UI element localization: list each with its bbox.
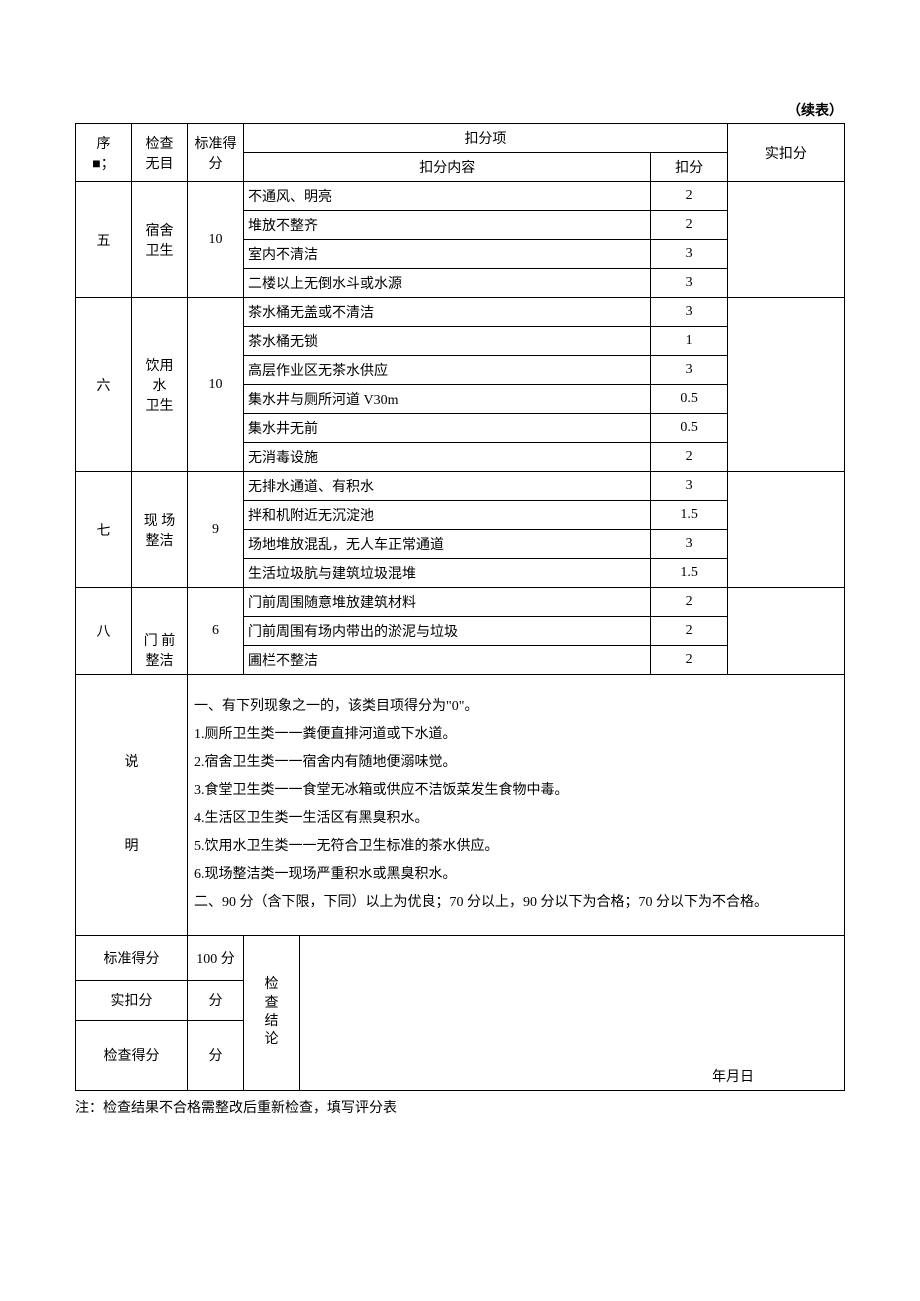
content-cell: 生活垃圾肮与建筑垃圾混堆: [244, 559, 651, 588]
seq-cell: 七: [76, 472, 132, 588]
actual-label-cell: 实扣分: [76, 980, 188, 1020]
summary-table: 标准得分 100 分 检 查 结 论 年月日 实扣分 分 检查得分 分: [75, 936, 845, 1091]
notes-content: 一、有下列现象之一的，该类目项得分为"0"。 1.厕所卫生类一一粪便直排河道或下…: [188, 675, 845, 936]
table-row: 八 门 前 整洁 6 门前周围随意堆放建筑材料 2: [76, 588, 845, 617]
points-cell: 3: [651, 298, 727, 327]
summary-row: 标准得分 100 分 检 查 结 论 年月日: [76, 936, 845, 980]
item-name-cell: 宿舍 卫生: [132, 182, 188, 298]
points-cell: 3: [651, 356, 727, 385]
check-score-label-cell: 检查得分: [76, 1020, 188, 1090]
points-cell: 2: [651, 182, 727, 211]
points-cell: 2: [651, 617, 727, 646]
points-cell: 2: [651, 588, 727, 617]
content-cell: 无排水通道、有积水: [244, 472, 651, 501]
seq-cell: 八: [76, 588, 132, 675]
header-std-score: 标准得 分: [188, 124, 244, 182]
actual-cell: [727, 588, 844, 675]
points-cell: 1: [651, 327, 727, 356]
item-name-cell: 门 前 整洁: [132, 588, 188, 675]
actual-cell: [727, 472, 844, 588]
std-score-value-cell: 100 分: [188, 936, 244, 980]
content-cell: 茶水桶无锁: [244, 327, 651, 356]
table-row: 七 现 场 整洁 9 无排水通道、有积水 3: [76, 472, 845, 501]
continued-label: （续表）: [75, 100, 845, 120]
table-row: 六 饮用 水 卫生 10 茶水桶无盖或不清洁 3: [76, 298, 845, 327]
inspection-table: 序 ■； 检查 无目 标准得 分 扣分项 实扣分 扣分内容 扣分 五 宿舍 卫生…: [75, 123, 845, 936]
header-item: 检查 无目: [132, 124, 188, 182]
content-cell: 拌和机附近无沉淀池: [244, 501, 651, 530]
seq-cell: 五: [76, 182, 132, 298]
points-cell: 0.5: [651, 385, 727, 414]
std-score-cell: 6: [188, 588, 244, 675]
content-cell: 集水井与厕所河道 V30m: [244, 385, 651, 414]
points-cell: 2: [651, 646, 727, 675]
item-name-cell: 现 场 整洁: [132, 472, 188, 588]
check-score-value-cell: 分: [188, 1020, 244, 1090]
std-score-cell: 10: [188, 298, 244, 472]
actual-value-cell: 分: [188, 980, 244, 1020]
content-cell: 圃栏不整洁: [244, 646, 651, 675]
content-cell: 无消毒设施: [244, 443, 651, 472]
content-cell: 二楼以上无倒水斗或水源: [244, 269, 651, 298]
points-cell: 1.5: [651, 559, 727, 588]
content-cell: 室内不清洁: [244, 240, 651, 269]
footnote: 注：检查结果不合格需整改后重新检查，填写评分表: [75, 1097, 845, 1117]
actual-cell: [727, 182, 844, 298]
points-cell: 0.5: [651, 414, 727, 443]
content-cell: 不通风、明亮: [244, 182, 651, 211]
std-score-cell: 10: [188, 182, 244, 298]
points-cell: 3: [651, 240, 727, 269]
notes-label: 说 明: [76, 675, 188, 936]
points-cell: 1.5: [651, 501, 727, 530]
content-cell: 堆放不整齐: [244, 211, 651, 240]
notes-row: 说 明 一、有下列现象之一的，该类目项得分为"0"。 1.厕所卫生类一一粪便直排…: [76, 675, 845, 936]
header-row: 序 ■； 检查 无目 标准得 分 扣分项 实扣分: [76, 124, 845, 153]
points-cell: 3: [651, 269, 727, 298]
content-cell: 场地堆放混乱，无人车正常通道: [244, 530, 651, 559]
header-deduction-content: 扣分内容: [244, 153, 651, 182]
std-score-cell: 9: [188, 472, 244, 588]
header-seq: 序 ■；: [76, 124, 132, 182]
points-cell: 2: [651, 211, 727, 240]
points-cell: 2: [651, 443, 727, 472]
points-cell: 3: [651, 530, 727, 559]
seq-cell: 六: [76, 298, 132, 472]
content-cell: 集水井无前: [244, 414, 651, 443]
header-deduction-points: 扣分: [651, 153, 727, 182]
header-actual-deduction: 实扣分: [727, 124, 844, 182]
points-cell: 3: [651, 472, 727, 501]
content-cell: 门前周围随意堆放建筑材料: [244, 588, 651, 617]
conclusion-cell: 年月日: [300, 936, 845, 1090]
content-cell: 门前周围有场内带出的淤泥与垃圾: [244, 617, 651, 646]
table-row: 五 宿舍 卫生 10 不通风、明亮 2: [76, 182, 845, 211]
conclusion-label-cell: 检 查 结 论: [244, 936, 300, 1090]
actual-cell: [727, 298, 844, 472]
content-cell: 高层作业区无茶水供应: [244, 356, 651, 385]
header-deduction: 扣分项: [244, 124, 728, 153]
item-name-cell: 饮用 水 卫生: [132, 298, 188, 472]
std-score-label-cell: 标准得分: [76, 936, 188, 980]
content-cell: 茶水桶无盖或不清洁: [244, 298, 651, 327]
